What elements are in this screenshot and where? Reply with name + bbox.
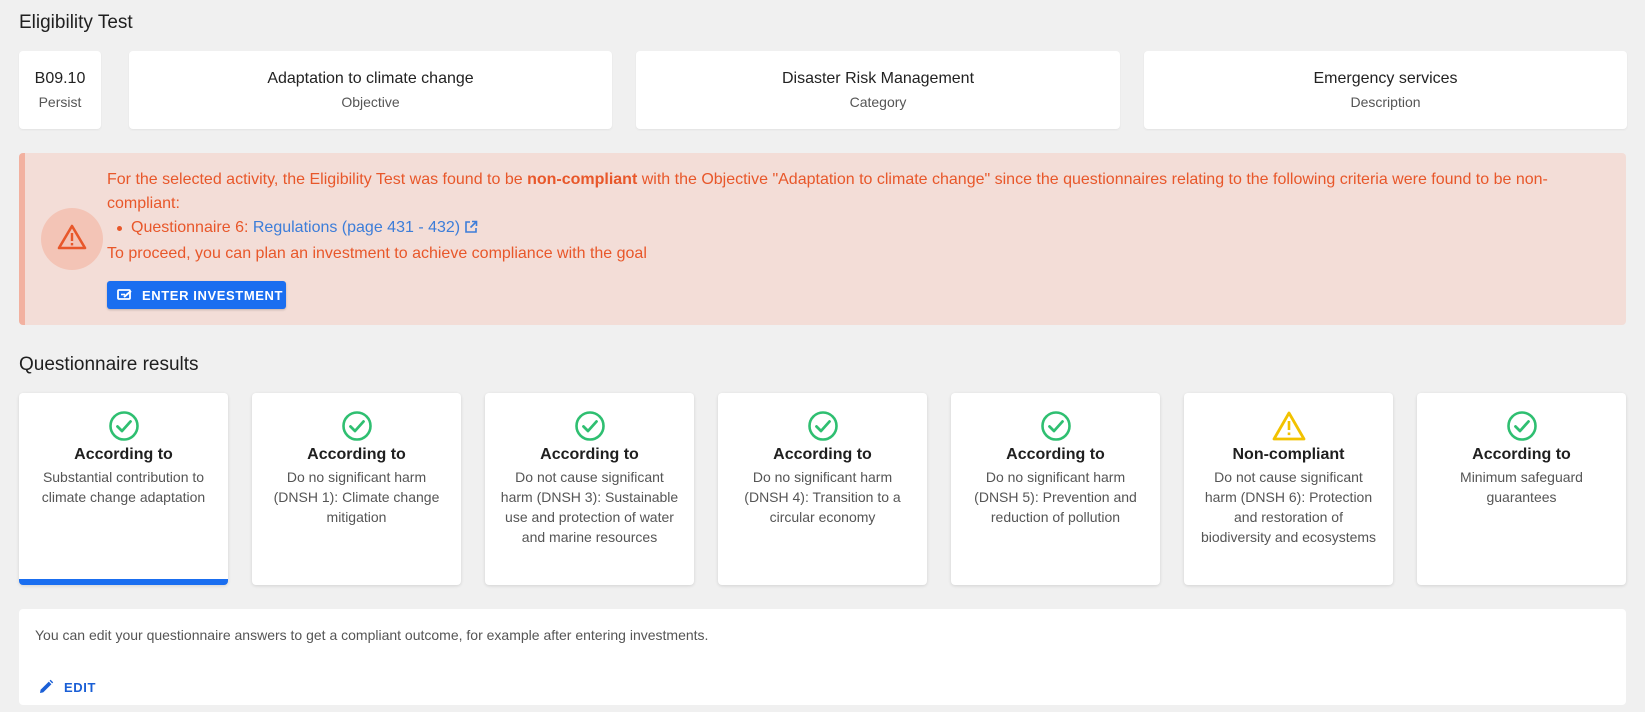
check-circle-icon [807,410,839,442]
check-circle-icon [1506,410,1538,442]
alert-text-bold: non-compliant [527,171,638,188]
info-card-label: Description [1350,94,1421,110]
info-card-objective: Adaptation to climate change Objective [129,51,612,129]
questionnaire-description: Do no significant harm (DNSH 4): Transit… [744,469,901,525]
info-card-category: Disaster Risk Management Category [636,51,1120,129]
check-circle-icon [574,410,606,442]
edit-answers-hint: You can edit your questionnaire answers … [35,627,709,643]
alert-proceed-text: To proceed, you can plan an investment t… [107,245,647,262]
alert-criteria-list: Questionnaire 6: Regulations (page 431 -… [117,216,1607,242]
questionnaire-description: Do not cause significant harm (DNSH 6): … [1200,469,1377,545]
questionnaire-description: Minimum safeguard guarantees [1460,469,1583,505]
alert-summary: For the selected activity, the Eligibili… [107,168,1607,216]
questionnaire-status: According to [1006,446,1105,463]
questionnaire-card-dnsh-6[interactable]: Non-compliant Do not cause significant h… [1184,393,1393,585]
questionnaire-status: Non-compliant [1232,446,1345,463]
info-card-label: Category [849,94,907,110]
info-card-value: Adaptation to climate change [267,70,474,87]
check-circle-icon [341,410,373,442]
non-compliance-alert: For the selected activity, the Eligibili… [19,153,1626,325]
edit-button-label: EDIT [64,679,97,695]
regulations-link[interactable]: Regulations (page 431 - 432) [253,219,460,236]
warning-icon [1272,410,1306,442]
info-card-value: Emergency services [1313,70,1458,87]
questionnaire-description: Substantial contribution to climate chan… [41,469,206,505]
questionnaire-status: According to [74,446,173,463]
info-card-code: B09.10 Persist [19,51,101,129]
info-card-label: Objective [341,94,400,110]
external-link-icon[interactable] [464,218,478,242]
questionnaire-results-title: Questionnaire results [19,354,199,375]
questionnaire-card-dnsh-4[interactable]: According to Do no significant harm (DNS… [718,393,927,585]
check-circle-icon [1040,410,1072,442]
enter-investment-label: ENTER INVESTMENT [142,287,284,303]
eligibility-test-page: Eligibility Test B09.10 Persist Adaptati… [0,0,1645,712]
info-card-description: Emergency services Description [1144,51,1627,129]
questionnaire-card-dnsh-3[interactable]: According to Do not cause significant ha… [485,393,694,585]
investment-icon [117,288,133,302]
questionnaire-status: According to [540,446,639,463]
info-card-value: B09.10 [34,70,86,87]
questionnaire-description: Do no significant harm (DNSH 5): Prevent… [974,469,1137,525]
questionnaire-card-substantial-contribution[interactable]: According to Substantial contribution to… [19,393,228,585]
alert-item-prefix: Questionnaire 6: [131,219,253,236]
alert-icon-circle [41,208,103,270]
questionnaire-card-dnsh-1[interactable]: According to Do no significant harm (DNS… [252,393,461,585]
alert-message: For the selected activity, the Eligibili… [107,168,1607,266]
questionnaire-description: Do not cause significant harm (DNSH 3): … [500,469,679,545]
questionnaire-card-minimum-safeguards[interactable]: According to Minimum safeguard guarantee… [1417,393,1626,585]
check-circle-icon [108,410,140,442]
questionnaire-card-dnsh-5[interactable]: According to Do no significant harm (DNS… [951,393,1160,585]
page-title: Eligibility Test [19,12,133,33]
questionnaire-description: Do no significant harm (DNSH 1): Climate… [273,469,440,525]
edit-answers-panel: You can edit your questionnaire answers … [19,609,1626,705]
info-card-value: Disaster Risk Management [781,70,975,87]
questionnaire-status: According to [307,446,406,463]
enter-investment-button[interactable]: ENTER INVESTMENT [107,281,286,309]
alert-criteria-item: Questionnaire 6: Regulations (page 431 -… [117,216,1607,242]
info-card-label: Persist [38,94,82,110]
questionnaire-status: According to [773,446,872,463]
questionnaire-status: According to [1472,446,1571,463]
alert-text-pre: For the selected activity, the Eligibili… [107,171,528,188]
pencil-icon [38,679,54,695]
warning-icon [57,223,87,256]
edit-button[interactable]: EDIT [38,672,96,702]
